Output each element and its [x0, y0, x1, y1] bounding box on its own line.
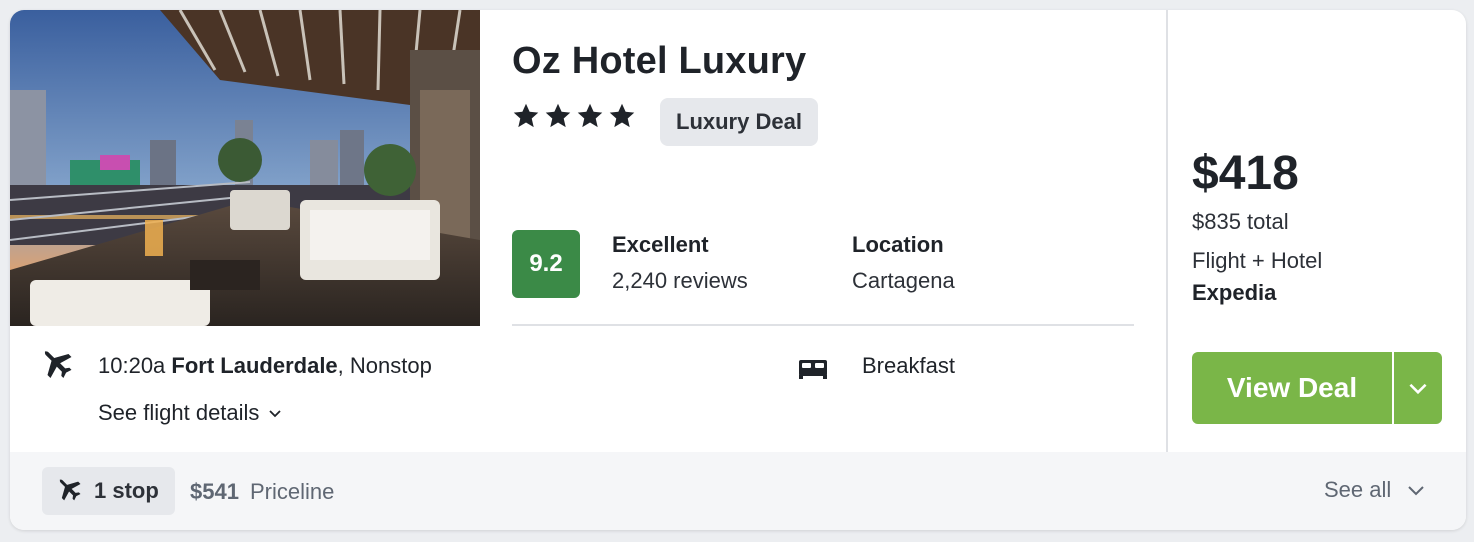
flight-airport: Fort Lauderdale — [171, 353, 338, 378]
location-value: Cartagena — [852, 268, 955, 293]
stops-label: 1 stop — [94, 478, 159, 503]
flight-details-label: See flight details — [98, 400, 260, 425]
deal-badge: Luxury Deal — [660, 98, 818, 146]
chevron-down-icon — [1408, 486, 1424, 496]
plane-icon — [44, 350, 72, 378]
star-icon — [609, 103, 635, 128]
divider — [512, 324, 1134, 326]
alternative-deals-bar: 1 stop $541 Priceline See all — [10, 452, 1466, 530]
review-count: 2,240 reviews — [612, 268, 748, 293]
see-all-button[interactable]: See all — [1324, 477, 1427, 503]
review-score: 9.2 — [512, 230, 580, 298]
star-icon — [513, 103, 539, 128]
view-deal-dropdown-button[interactable] — [1394, 352, 1442, 424]
price-total: $835 total — [1192, 209, 1289, 234]
flight-summary: 10:20a Fort Lauderdale, Nonstop — [98, 353, 432, 379]
price-amount: $418 — [1192, 147, 1299, 200]
star-icon — [545, 103, 571, 128]
amenity-label: Breakfast — [862, 353, 955, 378]
plane-icon — [59, 479, 81, 501]
hotel-photo[interactable] — [10, 10, 480, 326]
hotel-name[interactable]: Oz Hotel Luxury — [512, 40, 806, 83]
bed-icon — [799, 360, 827, 379]
alt-provider[interactable]: Priceline — [250, 479, 334, 505]
flight-type: , Nonstop — [337, 353, 432, 378]
star-icon — [577, 103, 603, 128]
location-label: Location — [852, 232, 944, 257]
see-all-label: See all — [1324, 477, 1392, 502]
column-divider — [1166, 10, 1168, 452]
see-flight-details-link[interactable]: See flight details — [98, 400, 283, 426]
package-type: Flight + Hotel — [1192, 248, 1323, 273]
flight-time: 10:20a — [98, 353, 166, 378]
alt-price[interactable]: $541 — [190, 479, 239, 505]
hotel-result-card[interactable]: Oz Hotel Luxury Luxury Deal 9.2 Excellen… — [10, 10, 1466, 530]
chevron-down-icon — [269, 410, 282, 418]
price-provider: Expedia — [1192, 280, 1277, 305]
rating-label: Excellent — [612, 232, 709, 257]
star-rating — [512, 102, 636, 130]
chevron-down-icon — [1409, 383, 1427, 395]
view-deal-button[interactable]: View Deal — [1192, 352, 1392, 424]
stops-filter-pill[interactable]: 1 stop — [42, 467, 175, 515]
